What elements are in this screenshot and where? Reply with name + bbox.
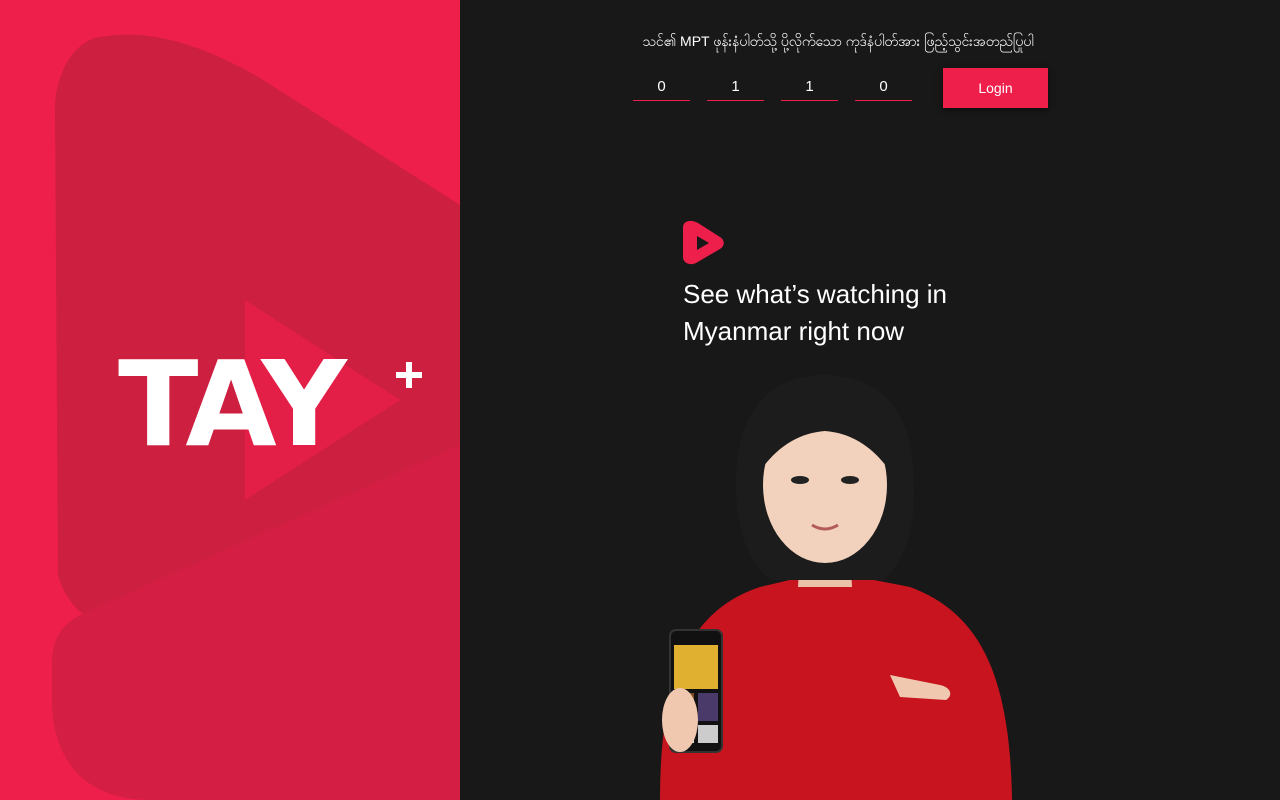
- hero-tagline-line2: Myanmar right now: [683, 316, 905, 346]
- login-panel: သင်၏ MPT ဖုန်းနံပါတ်သို့ ပို့လိုက်သော ကု…: [460, 0, 1280, 800]
- brand-panel: TAY: [0, 0, 460, 800]
- play-logo-icon: [683, 220, 724, 265]
- otp-digit-1[interactable]: [633, 72, 690, 101]
- brand-logo-plus: [396, 362, 422, 388]
- brand-logo: TAY: [118, 335, 347, 473]
- hero-tagline-line1: See what’s watching in: [683, 279, 948, 309]
- hero-person-image: [660, 375, 1012, 800]
- otp-digit-4[interactable]: [855, 72, 912, 101]
- otp-digit-3[interactable]: [781, 72, 838, 101]
- otp-instruction: သင်၏ MPT ဖုန်းနံပါတ်သို့ ပို့လိုက်သော ကု…: [642, 33, 1034, 49]
- login-button[interactable]: Login: [943, 68, 1048, 108]
- otp-digit-2[interactable]: [707, 72, 764, 101]
- hero-tagline: See what’s watching in Myanmar right now: [683, 276, 1023, 350]
